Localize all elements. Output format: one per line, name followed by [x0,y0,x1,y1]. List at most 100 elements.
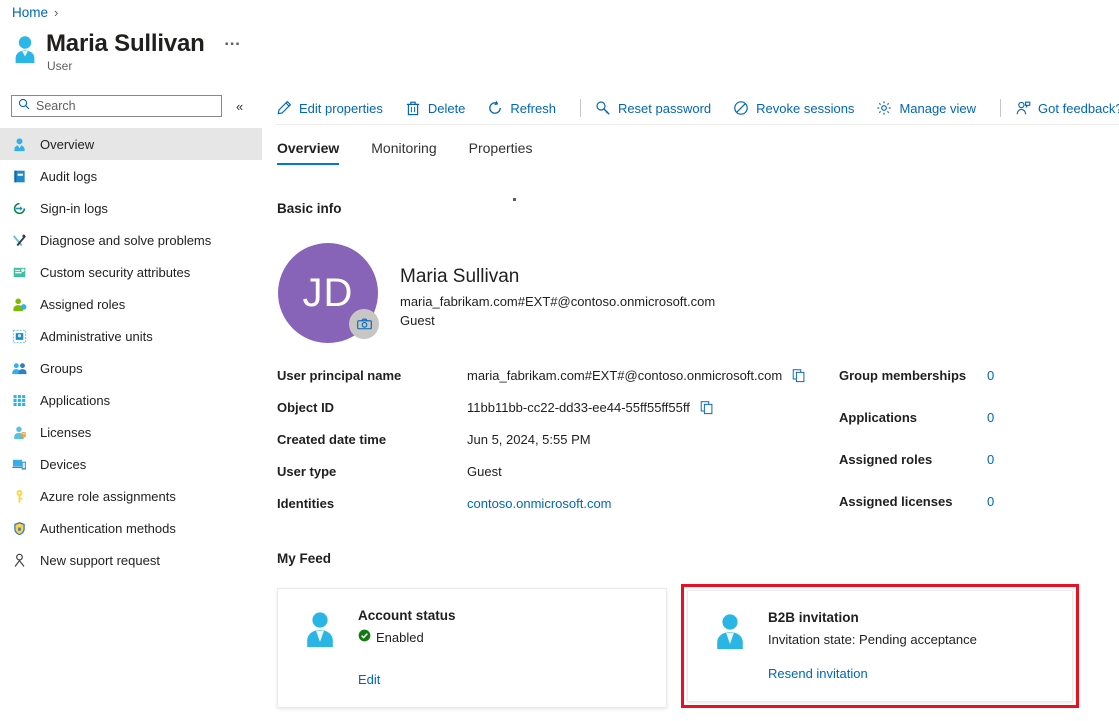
header-user-icon [12,34,38,64]
user-icon [710,611,750,651]
manage-view-button[interactable]: Manage view [876,100,986,116]
user-icon [11,136,28,153]
detail-row: Created date time Jun 5, 2024, 5:55 PM [277,432,822,464]
detail-value: Guest [467,464,502,479]
command-bar-divider [276,124,1119,125]
count-row: Group memberships 0 [839,368,1039,410]
count-label: Applications [839,410,987,425]
count-value[interactable]: 0 [987,368,994,383]
detail-value: maria_fabrikam.com#EXT#@contoso.onmicros… [467,368,782,383]
card-subtitle: Invitation state: Pending acceptance [768,630,977,650]
sidebar-search-row: « [11,95,243,117]
sidebar-item-label: Assigned roles [40,297,125,312]
applications-grid-icon [11,392,28,409]
basic-info-details: User principal name maria_fabrikam.com#E… [277,368,822,528]
delete-button[interactable]: Delete [405,100,476,116]
breadcrumb-separator-icon: › [54,5,58,20]
tab-overview[interactable]: Overview [277,140,349,165]
my-feed-heading: My Feed [277,551,331,566]
more-options-button[interactable]: … [221,33,245,47]
got-feedback-button[interactable]: Got feedback? [1015,100,1119,116]
detail-value-wrap: maria_fabrikam.com#EXT#@contoso.onmicros… [467,368,806,383]
card-title: Account status [358,607,456,625]
sidebar-item-applications[interactable]: Applications [0,384,262,416]
copy-icon[interactable] [700,400,714,415]
reset-password-button[interactable]: Reset password [595,100,721,116]
sidebar-item-custom-security-attributes[interactable]: Custom security attributes [0,256,262,288]
page-title: Maria Sullivan … [46,30,245,58]
search-input[interactable] [36,99,215,113]
tab-properties[interactable]: Properties [469,140,543,165]
count-label: Assigned roles [839,452,987,467]
search-icon [18,97,30,115]
sidebar-item-assigned-roles[interactable]: Assigned roles [0,288,262,320]
check-circle-icon [358,628,371,648]
sidebar-item-licenses[interactable]: Licenses [0,416,262,448]
detail-value-wrap: 11bb11bb-cc22-dd33-ee44-55ff55ff55ff [467,400,714,415]
sidebar-item-devices[interactable]: Devices [0,448,262,480]
sidebar-item-authentication-methods[interactable]: Authentication methods [0,512,262,544]
sidebar-item-label: Diagnose and solve problems [40,233,211,248]
summary-counts: Group memberships 0 Applications 0 Assig… [839,368,1039,536]
copy-icon[interactable] [792,368,806,383]
count-value[interactable]: 0 [987,410,994,425]
command-label: Reset password [618,101,711,116]
sidebar-item-overview[interactable]: Overview [0,128,262,160]
card-title: B2B invitation [768,609,977,627]
command-label: Manage view [899,101,976,116]
search-box[interactable] [11,95,222,117]
resend-invitation-link[interactable]: Resend invitation [768,666,868,681]
sidebar-item-administrative-units[interactable]: Administrative units [0,320,262,352]
profile-hero: JD Maria Sullivan maria_fabrikam.com#EXT… [278,243,715,343]
detail-row: Object ID 11bb11bb-cc22-dd33-ee44-55ff55… [277,400,822,432]
sidebar-item-label: Devices [40,457,86,472]
key-magnifier-icon [595,100,611,116]
tab-monitoring[interactable]: Monitoring [371,140,446,165]
count-value[interactable]: 0 [987,452,994,467]
book-icon [11,168,28,185]
revoke-sessions-button[interactable]: Revoke sessions [733,100,864,116]
detail-label: Created date time [277,432,467,447]
refresh-button[interactable]: Refresh [487,100,566,116]
devices-icon [11,456,28,473]
page-subtitle: User [47,59,245,74]
sign-in-icon [11,200,28,217]
gear-icon [876,100,892,116]
wrench-screwdriver-icon [11,232,28,249]
breadcrumb-item-home[interactable]: Home [12,5,48,20]
b2b-invitation-card: B2B invitation Invitation state: Pending… [687,590,1073,702]
sidebar-item-label: New support request [40,553,160,568]
refresh-icon [487,100,503,116]
sidebar-nav: Overview Audit logs Sign-in logs [0,128,262,576]
count-label: Assigned licenses [839,494,987,509]
avatar[interactable]: JD [278,243,378,343]
sidebar-item-new-support-request[interactable]: New support request [0,544,262,576]
command-label: Got feedback? [1038,101,1119,116]
attributes-icon [11,264,28,281]
command-label: Delete [428,101,466,116]
sidebar-item-groups[interactable]: Groups [0,352,262,384]
detail-label: User principal name [277,368,467,383]
identities-link[interactable]: contoso.onmicrosoft.com [467,496,612,511]
feedback-person-icon [1015,100,1031,116]
command-bar: Edit properties Delete Re [276,93,1119,123]
breadcrumb: Home › [12,5,58,20]
sidebar-item-audit-logs[interactable]: Audit logs [0,160,262,192]
sidebar-item-azure-role-assignments[interactable]: Azure role assignments [0,480,262,512]
profile-upn: maria_fabrikam.com#EXT#@contoso.onmicros… [400,292,715,311]
command-separator [1000,99,1001,117]
account-status-edit-link[interactable]: Edit [358,672,380,687]
count-value[interactable]: 0 [987,494,994,509]
assigned-roles-icon [11,296,28,313]
count-row: Applications 0 [839,410,1039,452]
profile-name: Maria Sullivan [400,265,715,289]
sidebar-item-label: Applications [40,393,110,408]
block-icon [733,100,749,116]
sidebar-item-diagnose-and-solve-problems[interactable]: Diagnose and solve problems [0,224,262,256]
support-person-icon [11,552,28,569]
collapse-sidebar-button[interactable]: « [236,100,243,113]
camera-icon[interactable] [349,309,379,339]
administrative-units-icon [11,328,28,345]
sidebar-item-sign-in-logs[interactable]: Sign-in logs [0,192,262,224]
edit-properties-button[interactable]: Edit properties [276,100,393,116]
